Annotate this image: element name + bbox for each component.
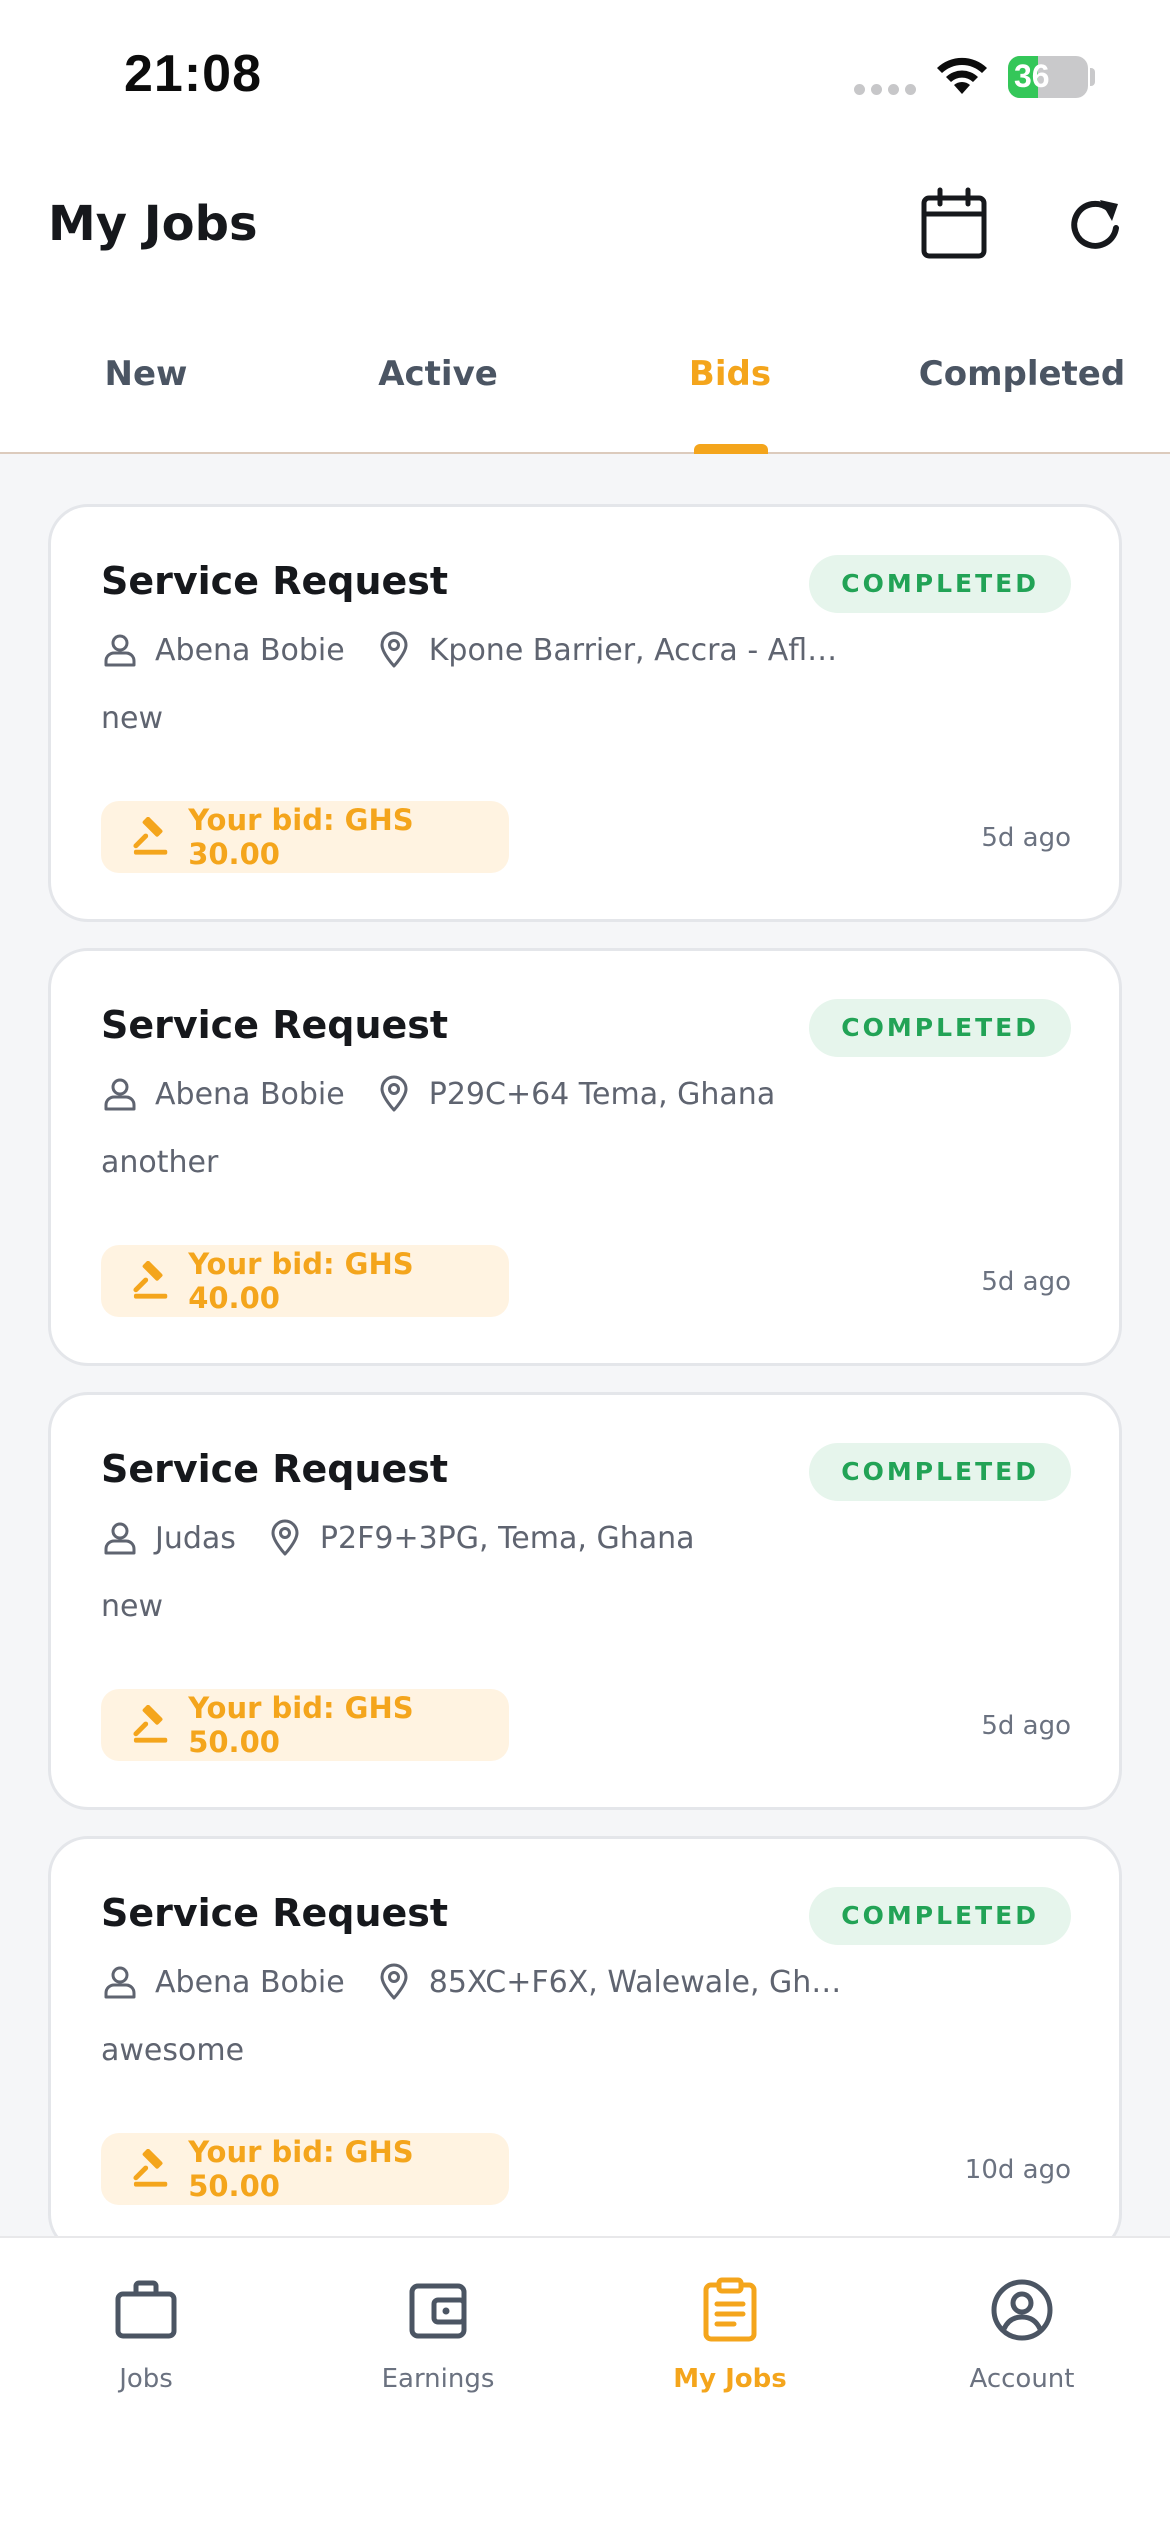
nav-label: My Jobs <box>673 2364 787 2394</box>
cellular-signal-icon <box>854 84 916 95</box>
bid-amount: Your bid: GHS 30.00 <box>188 803 414 871</box>
job-meta: Judas P2F9+3PG, Tema, Ghana <box>101 1519 694 1557</box>
time-ago: 5d ago <box>981 823 1071 853</box>
bottom-nav: Jobs Earnings My Jobs Account <box>0 2236 1170 2532</box>
job-title: Service Request <box>101 1891 449 1935</box>
job-meta: Abena Bobie 85XC+F6X, Walewale, Ghana <box>101 1963 849 2001</box>
status-bar: 21:08 36 <box>0 0 1170 150</box>
job-card[interactable]: Service Request COMPLETED Abena Bobie 85… <box>48 1836 1122 2254</box>
gavel-icon <box>133 1261 168 1299</box>
location-pin-icon <box>380 1075 408 1112</box>
person-icon <box>104 1966 136 1999</box>
job-title: Service Request <box>101 559 449 603</box>
job-description: new <box>101 701 164 736</box>
job-location: 85XC+F6X, Walewale, Ghana <box>428 1964 849 2000</box>
job-meta: Abena Bobie P29C+64 Tema, Ghana <box>101 1075 775 1113</box>
time-ago: 10d ago <box>964 2155 1071 2185</box>
job-tabs: New Active Bids Completed <box>0 310 1170 454</box>
location-pin-icon <box>271 1519 299 1556</box>
battery-level: 36 <box>1014 58 1050 94</box>
location-pin-icon <box>380 631 408 668</box>
clipboard-icon <box>703 2277 757 2342</box>
bid-chip: Your bid: GHS 50.00 <box>101 2133 509 2205</box>
wallet-icon <box>409 2283 467 2339</box>
battery-icon: 36 <box>1008 56 1088 98</box>
gavel-icon <box>133 2149 168 2187</box>
nav-label: Jobs <box>119 2364 173 2394</box>
status-badge: COMPLETED <box>809 1443 1071 1501</box>
refresh-icon[interactable] <box>1064 194 1128 258</box>
person-icon <box>104 1522 136 1555</box>
job-card[interactable]: Service Request COMPLETED Abena Bobie Kp… <box>48 504 1122 922</box>
job-meta: Abena Bobie Kpone Barrier, Accra - Aflao… <box>101 631 849 669</box>
status-badge: COMPLETED <box>809 1887 1071 1945</box>
job-location: P2F9+3PG, Tema, Ghana <box>319 1520 695 1556</box>
status-badge: COMPLETED <box>809 555 1071 613</box>
job-location: Kpone Barrier, Accra - Aflao ... <box>428 632 849 668</box>
job-title: Service Request <box>101 1003 449 1047</box>
tab-indicator <box>694 444 768 454</box>
nav-label: Account <box>969 2364 1075 2394</box>
customer-name: Abena Bobie <box>155 1964 345 2000</box>
person-icon <box>104 1078 136 1111</box>
nav-earnings[interactable]: Earnings <box>292 2276 584 2436</box>
wifi-icon <box>937 57 987 94</box>
tab-new[interactable]: New <box>0 354 292 394</box>
status-time: 21:08 <box>124 45 262 103</box>
gavel-icon <box>133 1705 168 1743</box>
job-card[interactable]: Service Request COMPLETED Judas P2F9+3PG… <box>48 1392 1122 1810</box>
bid-chip: Your bid: GHS 30.00 <box>101 801 509 873</box>
time-ago: 5d ago <box>981 1267 1071 1297</box>
person-icon <box>104 634 136 667</box>
battery-nub <box>1090 68 1095 86</box>
job-description: new <box>101 1589 164 1624</box>
page-title: My Jobs <box>48 196 258 252</box>
bid-amount: Your bid: GHS 50.00 <box>188 2135 414 2203</box>
nav-my-jobs[interactable]: My Jobs <box>584 2276 876 2436</box>
nav-jobs[interactable]: Jobs <box>0 2276 292 2436</box>
bid-amount: Your bid: GHS 50.00 <box>188 1691 414 1759</box>
bid-chip: Your bid: GHS 50.00 <box>101 1689 509 1761</box>
nav-account[interactable]: Account <box>876 2276 1168 2436</box>
time-ago: 5d ago <box>981 1711 1071 1741</box>
gavel-icon <box>133 817 168 855</box>
customer-name: Abena Bobie <box>155 1076 345 1112</box>
calendar-icon[interactable] <box>916 186 992 262</box>
tab-active[interactable]: Active <box>292 354 584 394</box>
status-badge: COMPLETED <box>809 999 1071 1057</box>
nav-label: Earnings <box>381 2364 495 2394</box>
briefcase-icon <box>115 2280 177 2339</box>
customer-name: Judas <box>155 1520 236 1556</box>
job-card[interactable]: Service Request COMPLETED Abena Bobie P2… <box>48 948 1122 1366</box>
location-pin-icon <box>380 1963 408 2000</box>
tab-completed[interactable]: Completed <box>876 354 1168 394</box>
app-header: My Jobs <box>0 150 1170 310</box>
job-location: P29C+64 Tema, Ghana <box>428 1076 776 1112</box>
tab-bids[interactable]: Bids <box>584 354 876 394</box>
job-description: awesome <box>101 2033 245 2068</box>
customer-name: Abena Bobie <box>155 632 345 668</box>
account-circle-icon <box>991 2279 1053 2341</box>
bid-amount: Your bid: GHS 40.00 <box>188 1247 414 1315</box>
bid-chip: Your bid: GHS 40.00 <box>101 1245 509 1317</box>
job-title: Service Request <box>101 1447 449 1491</box>
job-description: another <box>101 1145 219 1180</box>
